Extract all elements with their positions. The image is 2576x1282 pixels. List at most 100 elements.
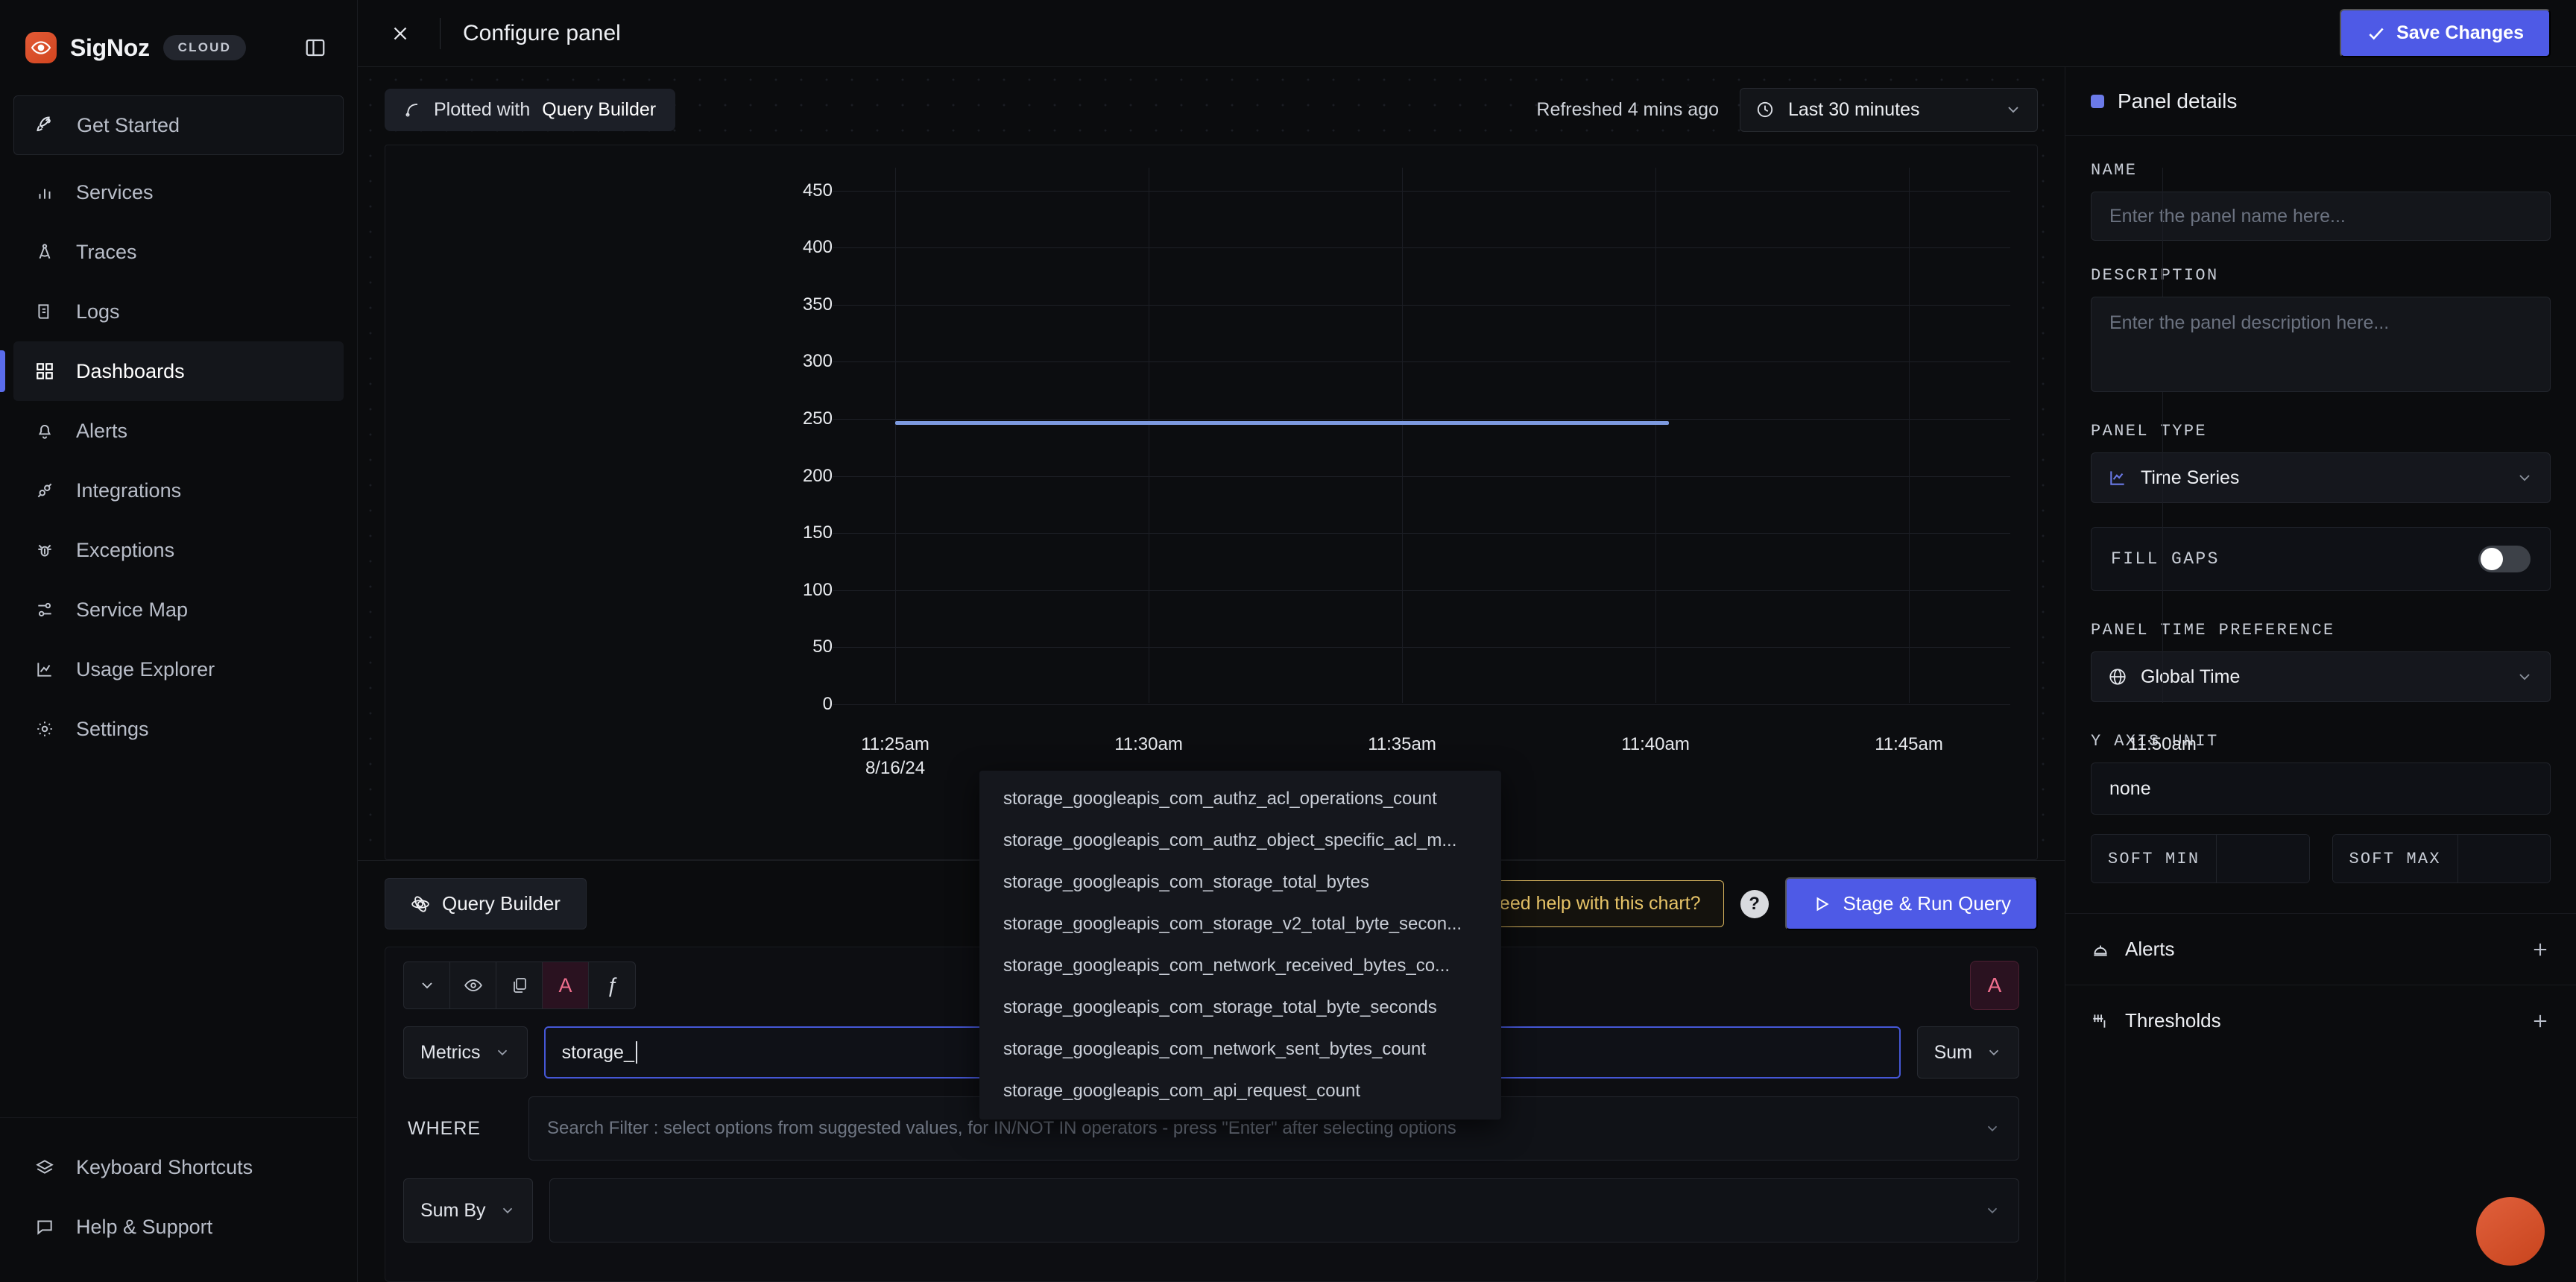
sidebar-item-logs[interactable]: Logs [13, 282, 344, 341]
y-axis-tick: 300 [802, 351, 833, 372]
autocomplete-option[interactable]: storage_googleapis_com_network_sent_byte… [979, 1029, 1501, 1070]
sidebar-item-help-support[interactable]: Help & Support [13, 1197, 344, 1257]
data-source-value: Metrics [420, 1041, 481, 1063]
chart-gridline [833, 647, 2010, 648]
soft-min-value[interactable] [2217, 835, 2309, 882]
y-axis-tick: 200 [802, 465, 833, 486]
y-axis-unit-input[interactable]: none [2091, 762, 2551, 815]
collapse-sidebar-icon[interactable] [299, 31, 332, 64]
soft-min-field[interactable]: SOFT MIN [2091, 834, 2310, 883]
where-filter-placeholder: Search Filter : select options from sugg… [547, 1118, 1456, 1138]
close-icon[interactable] [383, 16, 417, 51]
autocomplete-option[interactable]: storage_googleapis_com_api_request_count [979, 1070, 1501, 1112]
sidebar-item-alerts[interactable]: Alerts [13, 401, 344, 461]
thresholds-label: Thresholds [2125, 1009, 2221, 1032]
chevron-down-icon [2004, 101, 2022, 119]
sidebar-item-exceptions[interactable]: Exceptions [13, 520, 344, 580]
toggle-knob [2481, 548, 2503, 570]
sidebar-item-label: Traces [76, 240, 137, 263]
plus-icon[interactable] [2530, 1011, 2551, 1032]
sidebar-item-traces[interactable]: Traces [13, 222, 344, 282]
autocomplete-option[interactable]: storage_googleapis_com_storage_total_byt… [979, 987, 1501, 1029]
soft-max-field[interactable]: SOFT MAX [2332, 834, 2551, 883]
save-changes-button[interactable]: Save Changes [2340, 9, 2551, 57]
query-row-toolbar: A ƒ [403, 962, 636, 1009]
group-by-input[interactable] [549, 1178, 2019, 1242]
sidebar-nav: Get Started Services Traces Logs Dashboa… [0, 95, 357, 759]
panel-time-preference-label: PANEL TIME PREFERENCE [2091, 621, 2335, 640]
panel-time-preference-select[interactable]: Global Time [2091, 651, 2551, 702]
chevron-down-icon[interactable] [404, 962, 450, 1008]
fill-gaps-label: FILL GAPS [2111, 549, 2220, 569]
panel-name-input[interactable]: Enter the panel name here... [2091, 192, 2551, 241]
data-source-select[interactable]: Metrics [403, 1026, 528, 1079]
autocomplete-option[interactable]: storage_googleapis_com_network_received_… [979, 945, 1501, 987]
sidebar: SigNoz CLOUD Get Started Services Traces… [0, 0, 358, 1282]
compass-icon [33, 240, 57, 264]
query-label-chip[interactable]: A [1970, 961, 2019, 1010]
sidebar-item-dashboards[interactable]: Dashboards [13, 341, 344, 401]
stage-run-query-button[interactable]: Stage & Run Query [1784, 877, 2038, 930]
sidebar-item-get-started[interactable]: Get Started [13, 95, 344, 155]
sidebar-item-integrations[interactable]: Integrations [13, 461, 344, 520]
time-range-select[interactable]: Last 30 minutes [1740, 87, 2038, 132]
plotted-source: Query Builder [542, 98, 657, 120]
sidebar-item-usage-explorer[interactable]: Usage Explorer [13, 640, 344, 699]
sidebar-bottom: Keyboard Shortcuts Help & Support [0, 1117, 357, 1282]
chart-gridline [833, 304, 2010, 306]
plus-icon[interactable] [2530, 939, 2551, 960]
fx-icon[interactable]: ƒ [589, 962, 635, 1008]
aggregate-function-select[interactable]: Sum [1916, 1026, 2019, 1079]
panel-description-input[interactable]: Enter the panel description here... [2091, 297, 2551, 392]
y-axis-tick: 150 [802, 522, 833, 543]
refreshed-label: Refreshed 4 mins ago [1536, 98, 1719, 120]
autocomplete-option[interactable]: storage_googleapis_com_storage_v2_total_… [979, 903, 1501, 945]
chart-vertical-gridline [895, 168, 896, 703]
panel-name-placeholder: Enter the panel name here... [2109, 205, 2346, 227]
panel-type-select[interactable]: Time Series [2091, 452, 2551, 503]
sidebar-item-label: Services [76, 180, 154, 203]
bell-alert-icon [2091, 940, 2110, 959]
sidebar-item-settings[interactable]: Settings [13, 699, 344, 759]
chart-gridline [833, 190, 2010, 192]
sidebar-item-services[interactable]: Services [13, 162, 344, 222]
x-axis-tick: 11:50am [2128, 734, 2197, 754]
center-column: Plotted with Query Builder Refreshed 4 m… [358, 67, 2197, 1282]
y-axis-tick: 350 [802, 294, 833, 315]
group-by-select[interactable]: Sum By [403, 1178, 533, 1242]
sidebar-item-label: Dashboards [76, 359, 185, 382]
sidebar-item-label: Integrations [76, 479, 182, 502]
panel-description-placeholder: Enter the panel description here... [2109, 312, 2390, 333]
fill-gaps-toggle[interactable] [2478, 546, 2531, 572]
brand-header: SigNoz CLOUD [0, 0, 357, 95]
autocomplete-option[interactable]: storage_googleapis_com_authz_object_spec… [979, 820, 1501, 862]
cloud-badge: CLOUD [162, 35, 247, 60]
fill-gaps-row[interactable]: FILL GAPS [2091, 527, 2551, 591]
autocomplete-option[interactable]: storage_googleapis_com_storage_total_byt… [979, 862, 1501, 903]
autocomplete-option[interactable]: storage_googleapis_com_authz_acl_operati… [979, 778, 1501, 820]
question-mark-icon[interactable]: ? [1740, 889, 1769, 918]
panel-type-label: PANEL TYPE [2091, 422, 2208, 441]
chart-gridline [833, 476, 2010, 477]
eye-icon[interactable] [450, 962, 496, 1008]
chart-vertical-gridline [1655, 168, 1656, 703]
chevron-down-icon [2516, 469, 2534, 487]
copy-icon[interactable] [496, 962, 543, 1008]
chart-gridline [833, 247, 2010, 249]
tab-query-builder[interactable]: Query Builder [385, 878, 587, 929]
gear-icon [33, 717, 57, 741]
plotted-prefix: Plotted with [434, 98, 531, 120]
sidebar-item-keyboard-shortcuts[interactable]: Keyboard Shortcuts [13, 1137, 344, 1197]
metric-autocomplete-dropdown[interactable]: storage_googleapis_com_authz_acl_operati… [979, 771, 1501, 1120]
time-series-plot[interactable]: 0 50 100 150 200 250 300 350 400 450 11:25am 11:30a… [385, 145, 2197, 859]
alerts-section[interactable]: Alerts [2065, 913, 2576, 985]
soft-max-value[interactable] [2457, 835, 2550, 882]
alerts-label: Alerts [2125, 938, 2175, 960]
query-letter-badge[interactable]: A [543, 962, 589, 1008]
sidebar-item-service-map[interactable]: Service Map [13, 580, 344, 640]
x-axis-tick: 11:25am [861, 734, 929, 754]
thresholds-section[interactable]: Thresholds [2065, 985, 2576, 1056]
support-chat-fab[interactable] [2476, 1197, 2545, 1266]
name-label: NAME [2091, 161, 2138, 180]
scroll-icon [33, 300, 57, 323]
